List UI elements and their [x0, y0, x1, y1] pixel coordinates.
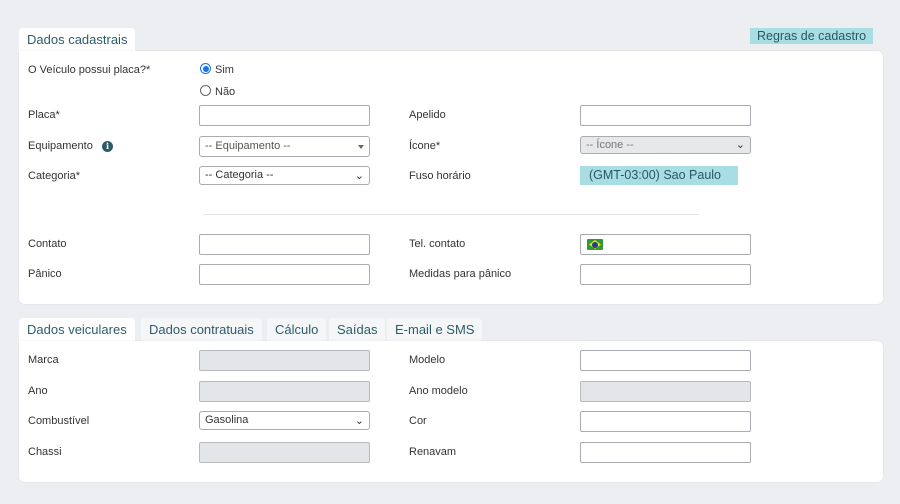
model-year-label: Ano modelo	[409, 385, 468, 397]
contact-field[interactable]	[199, 234, 370, 255]
triangle-down-icon	[358, 145, 364, 149]
nickname-input[interactable]	[581, 106, 750, 125]
color-input[interactable]	[581, 412, 750, 431]
phone-field[interactable]	[580, 234, 751, 255]
tab-dados-cadastrais[interactable]: Dados cadastrais	[19, 28, 136, 52]
category-label: Categoria*	[28, 170, 80, 182]
chassis-field	[199, 442, 370, 463]
renavam-field[interactable]	[580, 442, 751, 463]
panic-measures-input[interactable]	[581, 265, 750, 284]
brazil-flag-icon[interactable]	[587, 239, 603, 250]
plate-label: Placa*	[28, 109, 60, 121]
panic-field[interactable]	[199, 264, 370, 285]
icon-select-value: -- Ícone --	[586, 139, 634, 151]
chevron-down-icon: ⌄	[354, 170, 364, 182]
category-select[interactable]: -- Categoria -- ⌄	[199, 166, 370, 185]
model-input[interactable]	[581, 351, 750, 370]
fuel-select-value: Gasolina	[205, 414, 249, 426]
phone-input[interactable]	[581, 235, 750, 254]
panic-measures-label: Medidas para pânico	[409, 268, 512, 280]
panic-measures-field[interactable]	[580, 264, 751, 285]
tab-calculo[interactable]: Cálculo	[267, 318, 327, 342]
info-icon[interactable]: i	[102, 141, 113, 152]
tab-dados-veiculares[interactable]: Dados veiculares	[19, 318, 135, 342]
color-field[interactable]	[580, 411, 751, 432]
contact-input[interactable]	[200, 235, 369, 254]
veiculares-panel	[19, 341, 883, 482]
icon-label: Ícone*	[409, 140, 441, 152]
color-label: Cor	[409, 415, 427, 427]
renavam-input[interactable]	[581, 443, 750, 462]
tab-saidas[interactable]: Saídas	[329, 318, 386, 342]
timezone-label: Fuso horário	[409, 170, 471, 182]
has-plate-label: O Veículo possui placa?*	[28, 64, 151, 76]
year-field	[199, 381, 370, 402]
section-divider	[203, 214, 699, 215]
contact-label: Contato	[28, 238, 67, 250]
phone-label: Tel. contato	[409, 238, 466, 250]
model-label: Modelo	[409, 354, 446, 366]
category-select-value: -- Categoria --	[205, 169, 274, 181]
panic-input[interactable]	[200, 265, 369, 284]
model-year-field	[580, 381, 751, 402]
radio-nao-label[interactable]: Não	[215, 86, 235, 98]
year-label: Ano	[28, 385, 48, 397]
rules-button[interactable]: Regras de cadastro	[750, 28, 874, 44]
tab-email-sms[interactable]: E-mail e SMS	[387, 318, 483, 342]
plate-field[interactable]	[199, 105, 370, 126]
panic-label: Pânico	[28, 268, 62, 280]
equipment-select[interactable]: -- Equipamento --	[199, 136, 370, 157]
chevron-down-icon: ⌄	[735, 139, 745, 151]
radio-sim-label[interactable]: Sim	[215, 64, 234, 76]
equipment-label: Equipamento	[28, 140, 93, 152]
nickname-label: Apelido	[409, 109, 446, 121]
tab-dados-contratuais[interactable]: Dados contratuais	[141, 318, 262, 342]
fuel-select[interactable]: Gasolina ⌄	[199, 411, 370, 430]
model-field[interactable]	[580, 350, 751, 371]
brand-label: Marca	[28, 354, 59, 366]
chassis-label: Chassi	[28, 446, 62, 458]
nickname-field[interactable]	[580, 105, 751, 126]
chevron-down-icon: ⌄	[354, 415, 364, 427]
renavam-label: Renavam	[409, 446, 457, 458]
equipment-select-value: -- Equipamento --	[205, 140, 291, 152]
plate-input[interactable]	[200, 106, 369, 125]
radio-nao[interactable]	[200, 85, 211, 96]
timezone-badge: (GMT-03:00) Sao Paulo	[580, 166, 738, 185]
icon-select[interactable]: -- Ícone -- ⌄	[580, 136, 751, 154]
radio-sim[interactable]	[200, 63, 211, 74]
fuel-label: Combustível	[28, 415, 90, 427]
brand-field	[199, 350, 370, 371]
